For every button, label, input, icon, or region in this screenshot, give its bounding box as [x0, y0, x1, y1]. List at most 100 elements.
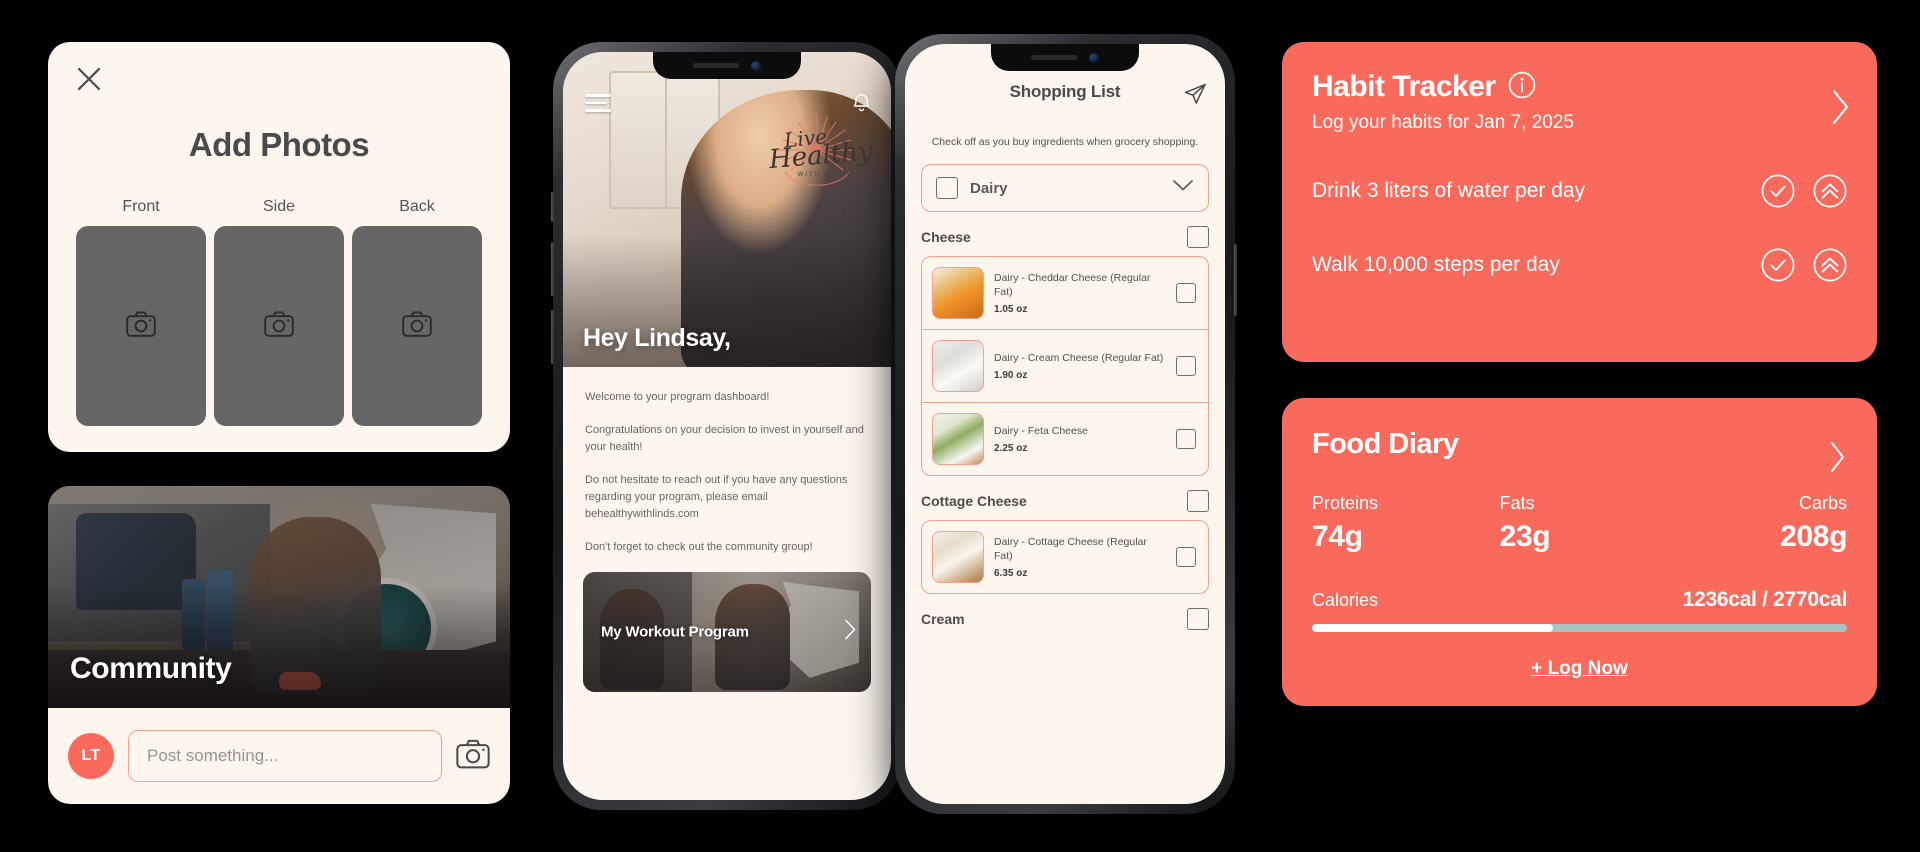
chevron-right-icon[interactable]	[1829, 440, 1847, 479]
macro-carbs: Carbs 208g	[1673, 493, 1847, 554]
list-item[interactable]: Dairy - Cottage Cheese (Regular Fat) 6.3…	[922, 521, 1208, 593]
dashboard-hero: Live Healthy WITH LINDS Hey Lindsay,	[563, 52, 891, 367]
phone-mockup-shopping-list: Shopping List Check off as you buy ingre…	[895, 34, 1237, 814]
category-row-dairy[interactable]: Dairy	[921, 164, 1209, 212]
dashboard-paragraph: Welcome to your program dashboard!	[585, 391, 770, 403]
item-group-cottage-cheese: Dairy - Cottage Cheese (Regular Fat) 6.3…	[921, 520, 1209, 594]
left-column: Add Photos Front Side Back Community LT …	[48, 42, 510, 804]
hamburger-menu-icon[interactable]	[585, 94, 611, 117]
brand-logo: Live Healthy WITH LINDS	[761, 110, 874, 194]
check-circle-icon[interactable]	[1761, 174, 1795, 208]
photo-slot-row: Front Side Back	[74, 198, 484, 426]
page-title: Add Photos	[188, 126, 370, 163]
camera-icon[interactable]	[456, 739, 490, 773]
habit-label: Walk 10,000 steps per day	[1312, 253, 1560, 276]
calories-label: Calories	[1312, 590, 1379, 610]
item-checkbox[interactable]	[1176, 356, 1196, 376]
list-item[interactable]: Dairy - Cream Cheese (Regular Fat) 1.90 …	[922, 330, 1208, 403]
log-now-button[interactable]: + Log Now	[1312, 658, 1847, 680]
bell-icon[interactable]	[852, 92, 871, 118]
my-workout-program-card[interactable]: My Workout Program	[583, 572, 871, 693]
item-checkbox[interactable]	[1176, 283, 1196, 303]
photo-upload-front[interactable]	[76, 226, 206, 426]
info-icon[interactable]	[1508, 71, 1536, 104]
phone-notch	[991, 44, 1139, 71]
right-column: Habit Tracker Log your habits for Jan 7,…	[1282, 42, 1877, 706]
macro-proteins: Proteins 74g	[1312, 493, 1486, 554]
paper-plane-icon[interactable]	[1183, 82, 1207, 111]
double-chevron-up-circle-icon[interactable]	[1813, 248, 1847, 282]
phone-notch	[653, 52, 801, 79]
subcategory-checkbox[interactable]	[1187, 226, 1209, 248]
phone-screen-shopping-list: Shopping List Check off as you buy ingre…	[905, 44, 1225, 804]
item-name: Dairy - Cheddar Cheese (Regular Fat)	[994, 271, 1151, 298]
item-name: Dairy - Cottage Cheese (Regular Fat)	[994, 535, 1147, 562]
item-thumbnail	[932, 267, 984, 319]
camera-icon	[126, 310, 156, 342]
shopping-list-subtitle: Check off as you buy ingredients when gr…	[931, 136, 1199, 148]
habit-tracker-title: Habit Tracker	[1312, 70, 1496, 103]
logo-line-2: Healthy	[767, 135, 874, 175]
subcategory-checkbox[interactable]	[1187, 490, 1209, 512]
dashboard-paragraph: Do not hesitate to reach out if you have…	[585, 474, 848, 521]
chevron-right-icon[interactable]	[1831, 88, 1851, 131]
subcategory-header-cheese[interactable]: Cheese	[921, 226, 1209, 248]
macro-value: 23g	[1499, 520, 1551, 553]
subcategory-label: Cream	[921, 611, 965, 627]
macro-label: Carbs	[1799, 493, 1848, 513]
photo-slot-label: Front	[122, 198, 160, 215]
item-quantity: 6.35 oz	[994, 568, 1028, 580]
item-checkbox[interactable]	[1176, 429, 1196, 449]
category-checkbox[interactable]	[936, 177, 958, 199]
list-item[interactable]: Dairy - Cheddar Cheese (Regular Fat) 1.0…	[922, 257, 1208, 330]
item-quantity: 2.25 oz	[994, 443, 1028, 455]
chevron-right-icon	[844, 619, 857, 646]
photo-upload-side[interactable]	[214, 226, 344, 426]
shopping-list-title: Shopping List	[1009, 82, 1121, 101]
food-diary-card[interactable]: Food Diary Proteins 74g Fats 23g Carbs 2…	[1282, 398, 1877, 706]
macro-value: 208g	[1780, 520, 1848, 553]
macro-label: Proteins	[1312, 493, 1379, 513]
habit-row-steps: Walk 10,000 steps per day	[1312, 248, 1847, 282]
item-checkbox[interactable]	[1176, 547, 1196, 567]
community-compose-bar: LT	[48, 708, 510, 804]
chevron-down-icon[interactable]	[1172, 179, 1194, 197]
double-chevron-up-circle-icon[interactable]	[1813, 174, 1847, 208]
photo-slot-back: Back	[352, 198, 482, 426]
check-circle-icon[interactable]	[1761, 248, 1795, 282]
item-quantity: 1.90 oz	[994, 370, 1028, 382]
logo-line-3: WITH LINDS	[797, 171, 853, 178]
subcategory-checkbox[interactable]	[1187, 608, 1209, 630]
subcategory-header-cottage-cheese[interactable]: Cottage Cheese	[921, 490, 1209, 512]
photo-slot-label: Back	[399, 198, 435, 215]
dashboard-paragraph: Don't forget to check out the community …	[585, 541, 813, 554]
camera-icon	[264, 310, 294, 342]
habit-tracker-header: Habit Tracker	[1312, 70, 1847, 104]
community-title: Community	[70, 652, 232, 685]
macro-label: Fats	[1499, 493, 1535, 513]
habit-row-water: Drink 3 liters of water per day	[1312, 174, 1847, 208]
habit-label: Drink 3 liters of water per day	[1312, 179, 1586, 202]
subcategory-header-cream[interactable]: Cream	[921, 608, 1209, 630]
close-icon[interactable]	[74, 64, 104, 94]
macro-fats: Fats 23g	[1486, 493, 1674, 554]
item-thumbnail	[932, 340, 984, 392]
camera-icon	[402, 310, 432, 342]
add-photos-card: Add Photos Front Side Back	[48, 42, 510, 452]
item-thumbnail	[932, 531, 984, 583]
photo-upload-back[interactable]	[352, 226, 482, 426]
post-input[interactable]	[128, 730, 442, 782]
dashboard-body: Welcome to your program dashboard! Congr…	[563, 367, 891, 556]
calories-row: Calories 1236cal / 2770cal	[1312, 588, 1847, 612]
dashboard-paragraph: Congratulations on your decision to inve…	[585, 424, 864, 454]
phone-screen-dashboard: Live Healthy WITH LINDS Hey Lindsay, Wel…	[563, 52, 891, 800]
workout-card-label: My Workout Program	[601, 623, 749, 641]
calories-progress-track	[1312, 624, 1847, 632]
item-name: Dairy - Feta Cheese	[994, 424, 1088, 437]
category-label: Dairy	[970, 179, 1008, 197]
item-thumbnail	[932, 413, 984, 465]
list-item[interactable]: Dairy - Feta Cheese 2.25 oz	[922, 403, 1208, 475]
habit-tracker-card[interactable]: Habit Tracker Log your habits for Jan 7,…	[1282, 42, 1877, 362]
subcategory-label: Cottage Cheese	[921, 493, 1027, 509]
subcategory-label: Cheese	[921, 229, 971, 245]
